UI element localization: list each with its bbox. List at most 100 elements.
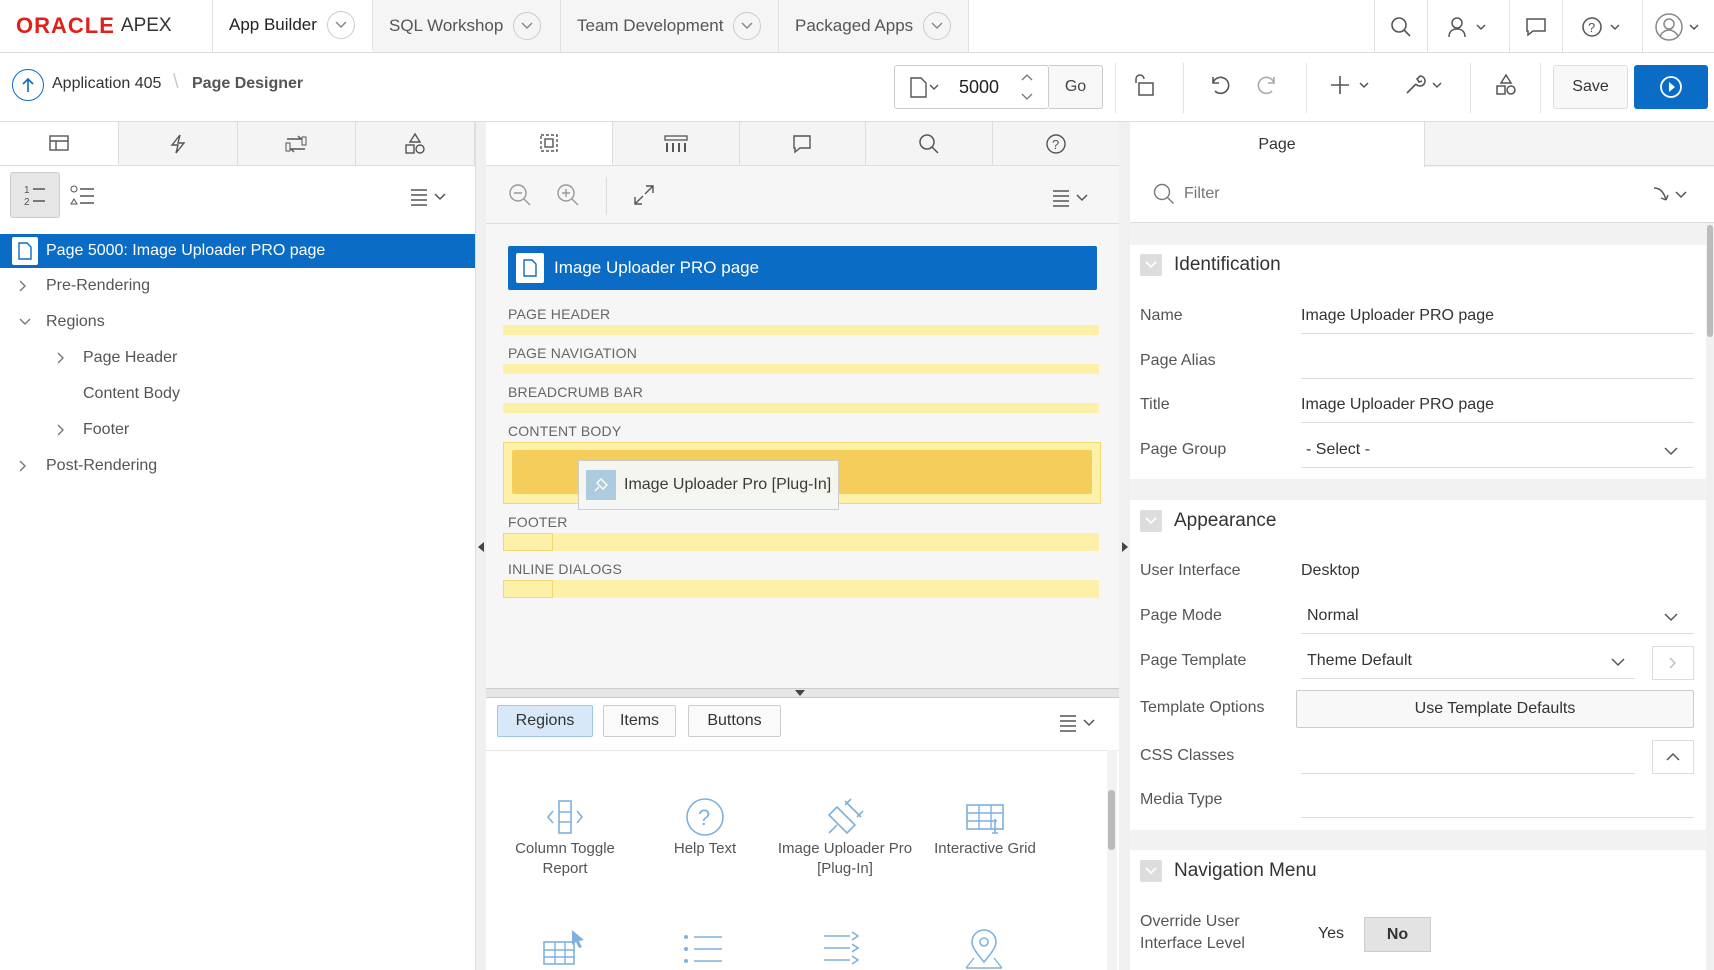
page-alias-field[interactable] [1301,378,1694,379]
chevron-down-icon[interactable] [1664,446,1678,456]
navigation-menu-header[interactable]: Navigation Menu [1140,860,1317,882]
tab-search[interactable] [866,122,994,165]
use-template-defaults-button[interactable]: Use Template Defaults [1296,690,1694,728]
help-icon[interactable]: ? [1562,0,1642,53]
name-field[interactable]: Image Uploader PRO page [1301,307,1494,325]
appearance-header[interactable]: Appearance [1140,510,1276,532]
collapse-right-icon[interactable] [1121,541,1129,553]
chevron-down-icon[interactable] [513,12,542,40]
gallery-item-help-text[interactable]: ? Help Text [635,797,775,859]
tree-node-regions[interactable]: Regions [0,305,475,339]
gallery-scrollbar[interactable] [1107,750,1117,970]
chevron-down-icon[interactable] [326,10,355,39]
zoom-out-icon[interactable] [508,183,532,207]
lock-page-icon[interactable] [1132,73,1156,97]
tree-node-page[interactable]: Page 5000: Image Uploader PRO page [0,234,475,268]
chevron-right-icon[interactable] [56,423,83,437]
page-group-select[interactable]: - Select - [1306,441,1370,459]
media-type-field[interactable] [1301,817,1694,818]
tree-node-pre-rendering[interactable]: Pre-Rendering [0,269,475,303]
page-mode-select[interactable]: Normal [1307,607,1359,625]
tab-app-builder[interactable]: App Builder [213,0,373,52]
undo-icon[interactable] [1207,73,1231,97]
override-yes-option[interactable]: Yes [1301,917,1361,951]
page-template-select[interactable]: Theme Default [1307,652,1412,670]
tab-sql-workshop[interactable]: SQL Workshop [373,0,561,52]
gallery-item-interactive-grid[interactable]: Interactive Grid [915,797,1055,859]
zoom-in-icon[interactable] [556,183,580,207]
tree-node-footer[interactable]: Footer [0,413,475,447]
expand-icon[interactable] [632,183,656,207]
breadcrumb-dropzone[interactable] [503,403,1099,413]
identification-header[interactable]: Identification [1140,254,1281,276]
breadcrumb-application[interactable]: Application 405 [52,75,161,93]
property-scrollbar-thumb[interactable] [1707,225,1713,337]
utilities-wrench-icon[interactable] [1403,73,1447,97]
gallery-item-column-toggle-report[interactable]: Column Toggle Report [495,797,635,879]
tab-rendering[interactable] [0,122,119,165]
chevron-right-icon[interactable] [18,459,46,473]
run-page-button[interactable] [1634,65,1708,109]
page-header-dropzone[interactable] [503,325,1099,335]
title-field[interactable]: Image Uploader PRO page [1301,396,1494,414]
gallery-scrollbar-thumb[interactable] [1108,790,1115,850]
collapse-gallery-icon[interactable] [794,689,806,697]
inline-dialogs-slot[interactable] [503,580,553,598]
grid-cursor-icon[interactable] [540,928,584,970]
footer-dropzone[interactable] [503,533,1099,551]
chevron-down-icon[interactable] [923,12,952,40]
chevron-right-icon[interactable] [56,351,83,365]
save-button[interactable]: Save [1553,65,1628,109]
chevron-down-icon[interactable] [18,317,46,327]
page-icon[interactable] [909,76,939,98]
page-number-input[interactable]: 5000 [959,77,999,98]
list-icon[interactable] [682,932,724,966]
page-title-bar[interactable]: Image Uploader PRO page [508,246,1097,290]
css-classes-field[interactable] [1301,773,1635,774]
tree-node-post-rendering[interactable]: Post-Rendering [0,449,475,483]
layout-menu-icon[interactable] [1052,187,1092,207]
tab-messages[interactable] [739,122,867,165]
footer-slot[interactable] [503,533,553,551]
chevron-down-icon[interactable] [1140,254,1162,276]
menu-icon[interactable] [410,186,450,206]
redo-icon[interactable] [1256,73,1280,97]
chevron-down-icon[interactable] [1140,510,1162,532]
view-component-list-icon[interactable] [70,184,96,208]
go-to-group-icon[interactable] [1652,184,1696,206]
tab-processing[interactable] [237,122,357,165]
tab-packaged-apps[interactable]: Packaged Apps [779,0,969,52]
tab-layout[interactable] [486,122,613,165]
user-admin-icon[interactable] [1427,0,1509,53]
gallery-item-image-uploader-pro[interactable]: Image Uploader Pro [Plug-In] [775,797,915,879]
page-navigation-dropzone[interactable] [503,364,1099,374]
tab-help[interactable]: ? [993,122,1119,165]
filter-input[interactable] [1184,180,1484,208]
override-no-option[interactable]: No [1364,917,1431,952]
page-spinner-icon[interactable] [1020,72,1034,102]
tree-node-page-header[interactable]: Page Header [0,341,475,375]
chevron-down-icon[interactable] [1140,860,1162,882]
apex-logo[interactable]: ORACLE APEX [0,0,213,52]
template-go-button[interactable] [1652,646,1694,680]
css-classes-picker-button[interactable] [1652,740,1694,774]
go-button[interactable]: Go [1049,65,1103,109]
tab-shared-components[interactable] [356,122,475,165]
gallery-tab-buttons[interactable]: Buttons [688,705,781,737]
gallery-tab-items[interactable]: Items [603,705,676,737]
collapse-left-icon[interactable] [477,541,485,553]
reflow-list-icon[interactable] [822,930,864,968]
tree-node-content-body[interactable]: Content Body [0,377,475,411]
tab-dynamic-actions[interactable] [118,122,238,165]
tab-component-view[interactable] [612,122,740,165]
gallery-tab-regions[interactable]: Regions [497,705,593,737]
map-pin-icon[interactable] [962,928,1006,970]
create-menu-icon[interactable] [1330,73,1374,97]
up-arrow-icon[interactable] [12,69,44,101]
gallery-menu-icon[interactable] [1059,712,1099,732]
chevron-down-icon[interactable] [1611,657,1625,667]
shared-components-icon[interactable] [1494,73,1518,97]
chevron-down-icon[interactable] [1664,612,1678,622]
chevron-down-icon[interactable] [733,12,762,40]
drag-plugin-item[interactable]: Image Uploader Pro [Plug-In] [578,460,839,510]
